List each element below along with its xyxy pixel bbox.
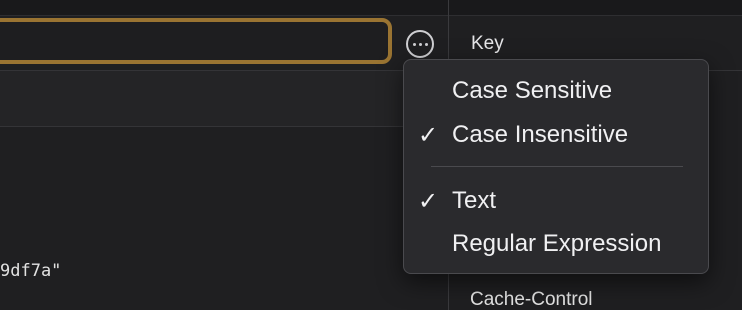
menu-separator [431,166,683,167]
ellipsis-dot [424,42,428,46]
key-column-header[interactable]: Key [471,33,504,55]
menu-item-label: Case Insensitive [452,121,629,148]
app-window: 9df7a" Key Cache-Control Case Sensitive … [0,0,742,310]
menu-item-regular-expression[interactable]: Regular Expression [404,226,708,262]
header-value-text: 9df7a" [0,261,62,281]
filter-row[interactable] [0,71,448,126]
ellipsis-circle-icon [412,42,416,46]
checkmark-icon: ✓ [418,187,439,215]
search-input[interactable] [0,18,392,64]
search-options-menu: Case Sensitive ✓ Case Insensitive ✓ Text… [403,59,709,274]
checkmark-icon: ✓ [418,121,439,149]
toolbar-strip [0,0,448,16]
menu-item-label: Case Sensitive [452,77,613,104]
header-key-text: Cache-Control [470,289,593,310]
toolbar-strip [449,0,742,16]
ellipsis-dot [418,42,422,46]
menu-item-label: Regular Expression [452,230,662,257]
menu-item-label: Text [452,187,497,214]
menu-item-case-sensitive[interactable]: Case Sensitive [404,73,708,109]
menu-item-case-insensitive[interactable]: ✓ Case Insensitive [404,117,708,153]
divider [0,126,448,127]
request-list-pane: 9df7a" [0,0,448,310]
menu-item-text[interactable]: ✓ Text [404,183,708,219]
more-options-button[interactable] [406,30,434,58]
